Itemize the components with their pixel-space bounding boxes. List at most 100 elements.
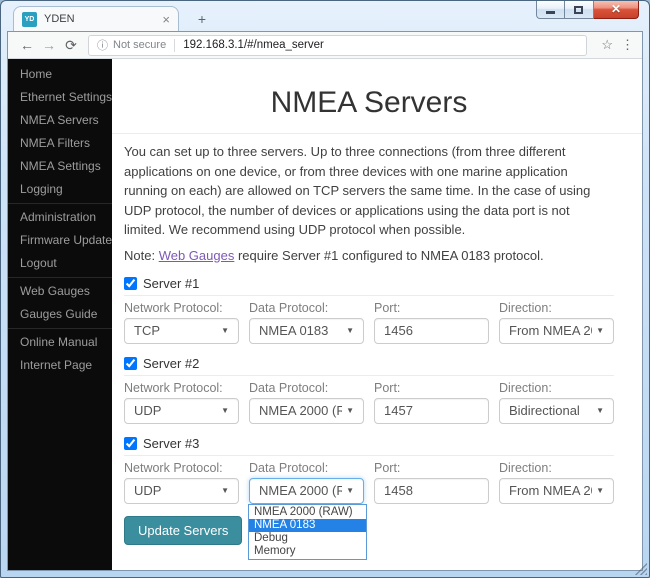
- minimize-button[interactable]: [536, 1, 565, 19]
- server-2-checkbox[interactable]: [124, 357, 137, 370]
- sidebar-item-ethernet-settings[interactable]: Ethernet Settings: [8, 86, 112, 109]
- page-title: NMEA Servers: [124, 85, 614, 121]
- note-suffix: require Server #1 configured to NMEA 018…: [234, 248, 543, 263]
- page-viewport: Home Ethernet Settings NMEA Servers NMEA…: [8, 59, 642, 570]
- server-1-port-input[interactable]: [374, 318, 489, 344]
- sidebar-item-nmea-settings[interactable]: NMEA Settings: [8, 155, 112, 178]
- dropdown-option[interactable]: Debug: [249, 532, 366, 545]
- url-text[interactable]: 192.168.3.1/#/nmea_server: [183, 39, 324, 51]
- browser-menu-icon[interactable]: ⋮: [621, 37, 634, 53]
- chevron-down-icon: ▼: [596, 406, 604, 415]
- favicon: YD: [22, 12, 37, 27]
- address-bar[interactable]: ⓘ Not secure 192.168.3.1/#/nmea_server: [88, 35, 587, 56]
- sidebar-divider: [8, 328, 112, 329]
- sidebar-item-web-gauges[interactable]: Web Gauges: [8, 280, 112, 303]
- chevron-down-icon: ▼: [596, 326, 604, 335]
- dropdown-option[interactable]: Memory: [249, 545, 366, 558]
- chevron-down-icon: ▼: [596, 486, 604, 495]
- sidebar: Home Ethernet Settings NMEA Servers NMEA…: [8, 59, 112, 570]
- direction-label: Direction:: [499, 462, 614, 475]
- data-protocol-label: Data Protocol:: [249, 462, 364, 475]
- server-3-network-protocol-select[interactable]: UDP ▼: [124, 478, 239, 504]
- close-button[interactable]: ✕: [594, 1, 639, 19]
- port-label: Port:: [374, 382, 489, 395]
- maximize-button[interactable]: [565, 1, 594, 19]
- network-protocol-label: Network Protocol:: [124, 462, 239, 475]
- chevron-down-icon: ▼: [346, 406, 354, 415]
- web-gauges-link[interactable]: Web Gauges: [159, 248, 235, 263]
- forward-icon[interactable]: →: [38, 37, 60, 53]
- port-label: Port:: [374, 302, 489, 315]
- browser-window: YD YDEN × + ✕ ← → ⟳ ⓘ Not secure 192.168…: [0, 0, 650, 578]
- direction-label: Direction:: [499, 382, 614, 395]
- sidebar-item-logging[interactable]: Logging: [8, 178, 112, 201]
- note-text: Note: Web Gauges require Server #1 confi…: [124, 248, 614, 263]
- reload-icon[interactable]: ⟳: [60, 37, 82, 54]
- chevron-down-icon: ▼: [221, 406, 229, 415]
- tab-title: YDEN: [44, 13, 160, 25]
- bookmark-star-icon[interactable]: ☆: [601, 37, 613, 53]
- title-divider: [112, 133, 642, 134]
- server-1-section: Server #1 Network Protocol: TCP ▼ Data: [124, 276, 614, 344]
- omnibox-divider: [174, 39, 175, 52]
- dropdown-option-highlighted[interactable]: NMEA 0183: [249, 519, 366, 532]
- note-prefix: Note:: [124, 248, 159, 263]
- section-divider: [124, 295, 614, 296]
- server-3-direction-select[interactable]: From NMEA 2000 ▼: [499, 478, 614, 504]
- data-protocol-label: Data Protocol:: [249, 382, 364, 395]
- server-2-section: Server #2 Network Protocol: UDP ▼ Data: [124, 356, 614, 424]
- server-1-direction-select[interactable]: From NMEA 2000 ▼: [499, 318, 614, 344]
- sidebar-item-online-manual[interactable]: Online Manual: [8, 331, 112, 354]
- chevron-down-icon: ▼: [221, 326, 229, 335]
- update-servers-button[interactable]: Update Servers: [124, 516, 242, 545]
- sidebar-item-administration[interactable]: Administration: [8, 206, 112, 229]
- section-divider: [124, 455, 614, 456]
- sidebar-item-nmea-servers[interactable]: NMEA Servers: [8, 109, 112, 132]
- section-divider: [124, 375, 614, 376]
- browser-body: ← → ⟳ ⓘ Not secure 192.168.3.1/#/nmea_se…: [7, 31, 643, 571]
- server-2-data-protocol-select[interactable]: NMEA 2000 (RAW) ▼: [249, 398, 364, 424]
- server-2-label: Server #2: [143, 356, 199, 371]
- sidebar-item-firmware-update[interactable]: Firmware Update: [8, 229, 112, 252]
- new-tab-button[interactable]: +: [189, 10, 215, 28]
- port-label: Port:: [374, 462, 489, 475]
- address-toolbar: ← → ⟳ ⓘ Not secure 192.168.3.1/#/nmea_se…: [8, 32, 642, 59]
- sidebar-item-internet-page[interactable]: Internet Page: [8, 354, 112, 377]
- minimize-icon: [546, 11, 555, 14]
- browser-tab[interactable]: YD YDEN ×: [13, 6, 179, 31]
- resize-grip[interactable]: [635, 563, 647, 575]
- sidebar-item-nmea-filters[interactable]: NMEA Filters: [8, 132, 112, 155]
- info-icon[interactable]: ⓘ: [97, 37, 108, 53]
- server-3-section: Server #3 Network Protocol: UDP ▼ Data: [124, 436, 614, 504]
- direction-label: Direction:: [499, 302, 614, 315]
- server-1-checkbox[interactable]: [124, 277, 137, 290]
- chevron-down-icon: ▼: [346, 326, 354, 335]
- network-protocol-label: Network Protocol:: [124, 302, 239, 315]
- back-icon[interactable]: ←: [16, 37, 38, 53]
- server-3-label: Server #3: [143, 436, 199, 451]
- server-3-data-protocol-select[interactable]: NMEA 2000 (RAW) ▼: [249, 478, 364, 504]
- security-label: Not secure: [113, 39, 166, 51]
- maximize-icon: [574, 6, 583, 14]
- sidebar-divider: [8, 277, 112, 278]
- server-2-network-protocol-select[interactable]: UDP ▼: [124, 398, 239, 424]
- chevron-down-icon: ▼: [221, 486, 229, 495]
- sidebar-item-home[interactable]: Home: [8, 63, 112, 86]
- titlebar[interactable]: YD YDEN × + ✕: [1, 1, 649, 31]
- data-protocol-dropdown: NMEA 2000 (RAW) NMEA 0183 Debug Memory: [248, 504, 367, 560]
- server-3-checkbox[interactable]: [124, 437, 137, 450]
- sidebar-item-logout[interactable]: Logout: [8, 252, 112, 275]
- dropdown-option[interactable]: NMEA 2000 (RAW): [249, 506, 366, 519]
- sidebar-divider: [8, 203, 112, 204]
- sidebar-item-gauges-guide[interactable]: Gauges Guide: [8, 303, 112, 326]
- server-1-data-protocol-select[interactable]: NMEA 0183 ▼: [249, 318, 364, 344]
- server-1-network-protocol-select[interactable]: TCP ▼: [124, 318, 239, 344]
- server-3-port-input[interactable]: [374, 478, 489, 504]
- tab-close-icon[interactable]: ×: [160, 13, 172, 26]
- window-controls: ✕: [536, 1, 639, 19]
- server-1-label: Server #1: [143, 276, 199, 291]
- server-2-direction-select[interactable]: Bidirectional ▼: [499, 398, 614, 424]
- chevron-down-icon: ▼: [346, 486, 354, 495]
- server-2-port-input[interactable]: [374, 398, 489, 424]
- intro-text: You can set up to three servers. Up to t…: [124, 142, 614, 240]
